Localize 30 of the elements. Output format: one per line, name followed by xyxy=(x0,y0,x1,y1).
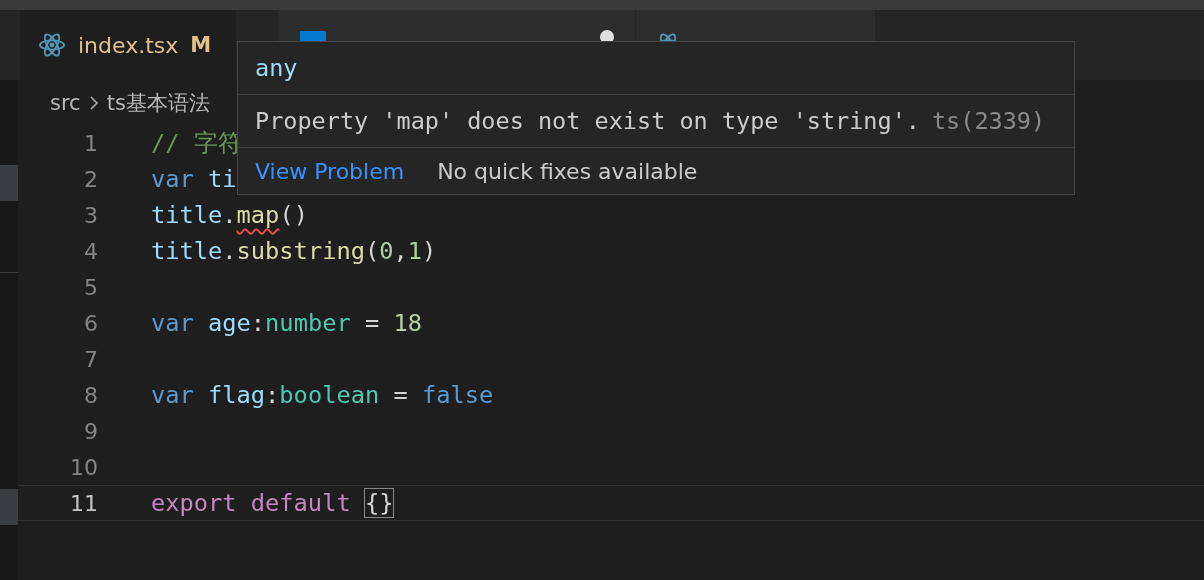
line-number: 9 xyxy=(83,418,98,444)
line-number: 11 xyxy=(69,490,98,516)
git-status-label: M xyxy=(190,33,212,57)
atom-icon xyxy=(38,31,66,59)
line-number: 5 xyxy=(83,274,98,300)
error-message: Property 'map' does not exist on type 'string'. xyxy=(255,107,920,135)
line-number: 4 xyxy=(83,238,98,264)
code-line: title.map() xyxy=(151,201,308,229)
editor-tab[interactable]: index.tsx M xyxy=(20,10,237,80)
tab-label: index.tsx xyxy=(78,32,179,58)
line-number: 10 xyxy=(69,454,98,480)
code-line: export default {} xyxy=(151,489,394,517)
breadcrumb-item[interactable]: ts基本语法 xyxy=(106,88,210,117)
chevron-icon xyxy=(88,94,99,111)
status-text: No quick fixes available xyxy=(437,158,698,184)
breadcrumb-item[interactable]: src xyxy=(50,90,81,115)
type-signature: any xyxy=(255,54,298,82)
line-number: 3 xyxy=(83,202,98,228)
editor-tab[interactable] xyxy=(278,10,636,41)
code-line: var age:number = 18 xyxy=(151,309,422,337)
line-number: 2 xyxy=(83,166,98,192)
line-number: 7 xyxy=(83,346,98,372)
code-line: var ti xyxy=(151,165,237,193)
error-code: ts(2339) xyxy=(931,107,1046,135)
line-number: 6 xyxy=(83,310,98,336)
code-line: var flag:boolean = false xyxy=(151,381,494,409)
code-line: title.substring(0,1) xyxy=(151,237,437,265)
line-number: 8 xyxy=(83,382,98,408)
view-problem-link[interactable]: View Problem xyxy=(255,158,405,184)
line-number: 1 xyxy=(83,130,98,156)
